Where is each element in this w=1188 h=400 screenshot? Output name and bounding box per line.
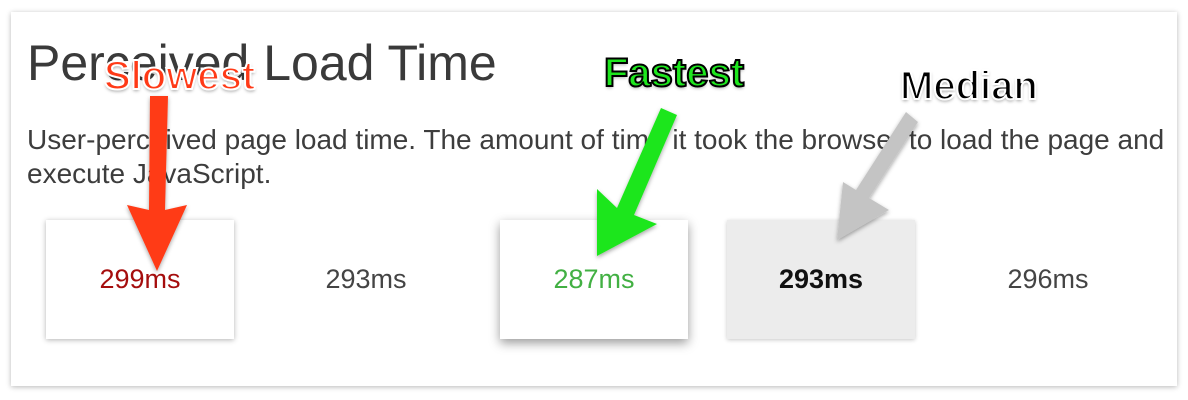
run-median[interactable]: 293ms (727, 220, 915, 339)
run-value: 299ms (99, 264, 181, 294)
run-item[interactable]: 296ms (954, 220, 1142, 339)
run-value: 293ms (778, 264, 864, 294)
run-fastest[interactable]: 287ms (500, 220, 688, 339)
run-value: 287ms (553, 264, 635, 294)
run-slowest[interactable]: 299ms (46, 220, 234, 339)
slowest-label: Slowest (103, 53, 256, 99)
fastest-label: Fastest (603, 50, 745, 96)
run-item[interactable]: 293ms (272, 220, 460, 339)
run-value: 293ms (325, 264, 407, 294)
run-value: 296ms (1007, 264, 1089, 294)
median-label: Median (899, 63, 1039, 109)
panel-description: User-perceived page load time. The amoun… (27, 124, 1165, 189)
panel-title: Perceived Load Time (27, 35, 497, 91)
